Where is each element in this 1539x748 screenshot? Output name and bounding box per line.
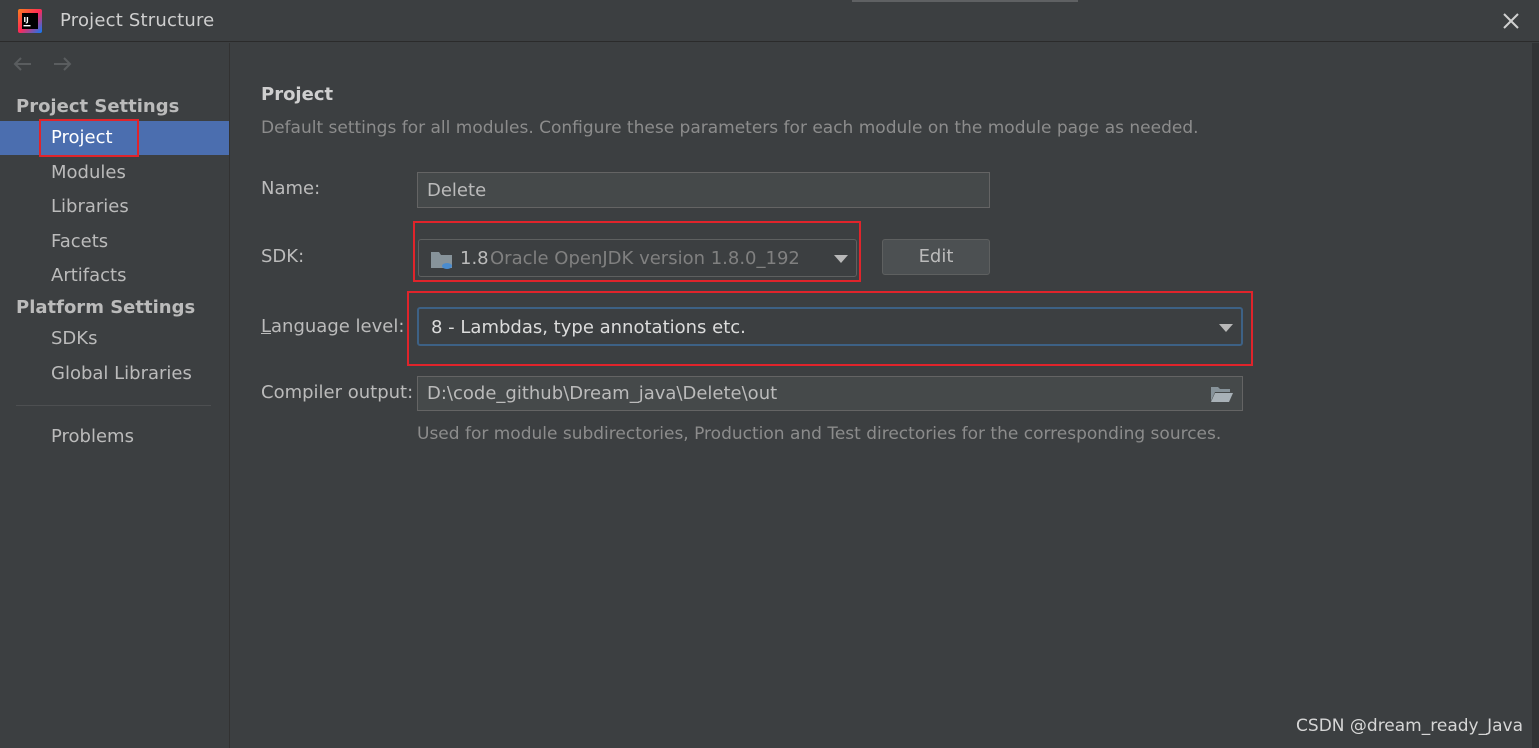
sdk-label: SDK: [261, 246, 305, 267]
sidebar-item-label: Project [51, 127, 113, 148]
chevron-down-icon [1219, 324, 1233, 332]
name-label: Name: [261, 178, 321, 199]
language-level-value: 8 - Lambdas, type annotations etc. [431, 317, 746, 338]
arrow-left-icon[interactable] [12, 53, 34, 75]
language-level-label-mnemonic: L [261, 316, 272, 337]
sidebar-item-label: Facets [51, 231, 109, 252]
close-icon[interactable] [1496, 6, 1526, 36]
compiler-output-hint: Used for module subdirectories, Producti… [417, 424, 1222, 444]
window-title: Project Structure [60, 10, 215, 31]
sdk-detail: Oracle OpenJDK version 1.8.0_192 [490, 248, 800, 269]
sdk-dropdown[interactable]: 1.8 Oracle OpenJDK version 1.8.0_192 [418, 239, 857, 277]
sidebar-item-label: SDKs [51, 328, 98, 349]
compiler-output-input[interactable]: D:\code_github\Dream_java\Delete\out [417, 376, 1243, 411]
page-description: Default settings for all modules. Config… [261, 118, 1199, 138]
sidebar-item-label: Global Libraries [51, 363, 192, 384]
page-title: Project [261, 84, 334, 105]
edit-button[interactable]: Edit [882, 239, 990, 275]
svg-text:IJ: IJ [24, 16, 29, 24]
title-bar: IJ Project Structure [0, 0, 1539, 42]
name-input[interactable] [417, 172, 990, 208]
sidebar-item-libraries[interactable]: Libraries [0, 190, 229, 224]
sidebar-item-modules[interactable]: Modules [0, 156, 229, 190]
sidebar-item-global-libraries[interactable]: Global Libraries [0, 357, 229, 391]
chevron-down-icon [834, 255, 848, 263]
watermark: CSDN @dream_ready_Java [1296, 716, 1523, 736]
sidebar-item-label: Problems [51, 426, 134, 447]
sdk-version: 1.8 [460, 248, 489, 269]
folder-icon [431, 252, 452, 269]
window-edge [1532, 43, 1539, 748]
arrow-right-icon[interactable] [51, 53, 73, 75]
compiler-output-label: Compiler output: [261, 382, 414, 403]
sidebar: Project Settings Project Modules Librari… [0, 43, 230, 748]
title-bar-accent [852, 0, 1078, 2]
section-platform-settings: Platform Settings [16, 297, 196, 318]
sidebar-item-facets[interactable]: Facets [0, 225, 229, 259]
language-level-label: Language level: [261, 316, 404, 337]
sidebar-item-label: Libraries [51, 196, 129, 217]
sidebar-item-sdks[interactable]: SDKs [0, 322, 229, 356]
language-level-dropdown[interactable]: 8 - Lambdas, type annotations etc. [417, 307, 1243, 346]
sidebar-item-label: Modules [51, 162, 126, 183]
sidebar-item-project[interactable]: Project [0, 121, 229, 155]
intellij-idea-icon: IJ [18, 9, 42, 33]
sidebar-item-artifacts[interactable]: Artifacts [0, 259, 229, 293]
sidebar-divider [16, 405, 211, 406]
sidebar-item-problems[interactable]: Problems [0, 420, 229, 454]
language-level-label-rest: anguage level: [271, 316, 405, 337]
folder-open-icon[interactable] [1210, 384, 1234, 404]
compiler-output-value: D:\code_github\Dream_java\Delete\out [427, 383, 778, 404]
sidebar-item-label: Artifacts [51, 265, 127, 286]
section-project-settings: Project Settings [16, 96, 180, 117]
